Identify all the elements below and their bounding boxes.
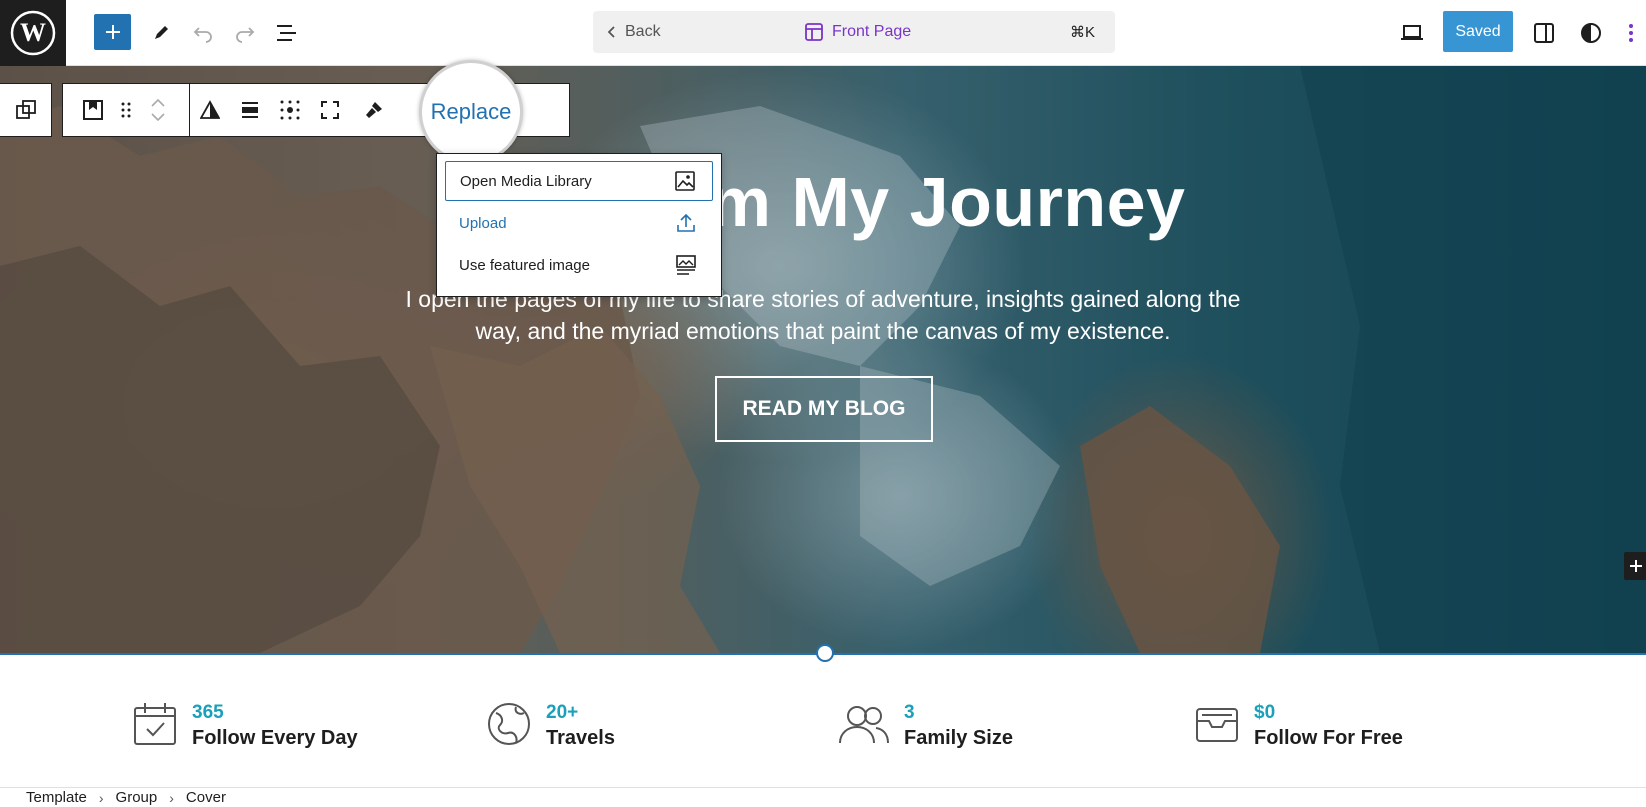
chevron-right-icon: › [169,789,174,806]
full-height-button[interactable] [315,84,345,136]
document-overview-button[interactable] [267,13,307,53]
page-title-button[interactable]: Front Page [804,11,911,53]
settings-sidebar-button[interactable] [1524,13,1564,53]
device-preview-button[interactable] [1392,13,1432,53]
page-title: Front Page [832,23,912,40]
align-icon [242,102,258,118]
redo-icon [236,27,255,43]
command-bar[interactable]: Back Front Page ⌘K [593,11,1115,53]
read-my-blog-button[interactable]: READ MY BLOG [715,376,933,442]
more-vertical-icon [1629,24,1633,42]
toolbar-divider [189,84,190,136]
stats-section: 365 Follow Every Day 20+ Travels 3 Famil… [0,655,1646,787]
globe-icon [486,701,532,747]
styles-button[interactable] [1571,13,1611,53]
options-menu-button[interactable] [1616,13,1646,53]
stat-family-size: 3 Family Size [838,701,1013,761]
stat-value: 365 [192,702,224,723]
wordpress-logo-icon: W [10,10,56,56]
template-layout-icon [805,23,823,41]
pencil-icon [155,26,168,39]
stat-follow-for-free: $0 Follow For Free [1194,701,1403,761]
upload-item[interactable]: Upload [445,203,713,243]
select-parent-button[interactable] [0,83,52,137]
styles-brush-button[interactable] [359,84,389,136]
undo-icon [193,27,212,43]
duotone-filter-icon [200,100,220,119]
editor-top-bar: W Back Front Page ⌘K Saved [0,0,1646,66]
block-breadcrumb: Template › Group › Cover [0,787,1646,807]
cover-heading-text: m My Journey [708,163,1186,241]
stat-travels: 20+ Travels [486,701,615,761]
replace-label: Replace [430,99,512,124]
breadcrumb-item-group[interactable]: Group [116,789,158,806]
laptop-icon [1401,25,1423,40]
featured-image-icon [676,255,696,275]
sidebar-icon [1534,23,1554,43]
stat-label: Follow Every Day [192,727,358,749]
add-block-button[interactable] [94,14,131,50]
inbox-icon [1194,701,1240,747]
command-shortcut: ⌘K [1069,24,1095,41]
redo-button[interactable] [225,13,265,53]
list-view-icon [277,25,296,41]
saved-button[interactable]: Saved [1443,11,1513,52]
breadcrumb-item-template[interactable]: Template [26,789,87,806]
people-icon [838,701,890,747]
upload-icon [677,213,695,232]
cover-paragraph-line-2: way, and the myriad emotions that paint … [475,318,1171,344]
breadcrumb-item-cover[interactable]: Cover [186,789,226,806]
align-button[interactable] [235,84,265,136]
plus-icon [105,25,120,39]
drag-handle[interactable] [113,84,139,136]
drag-handle-icon [121,102,131,118]
block-type-button[interactable] [77,84,109,136]
cover-overlay [0,66,1646,653]
image-icon [675,171,695,191]
cover-block-icon [83,100,103,120]
stat-label: Follow For Free [1254,727,1403,749]
replace-button[interactable]: Replace [419,60,523,164]
fullscreen-icon [321,101,339,119]
wordpress-logo-button[interactable]: W [0,0,66,66]
brush-icon [366,102,382,118]
chevron-down-icon[interactable] [151,113,165,121]
parent-block-icon [15,100,36,119]
position-grid-icon [280,100,300,120]
use-featured-image-label: Use featured image [459,256,590,274]
chevron-right-icon: › [98,789,104,806]
open-media-library-label: Open Media Library [460,172,592,190]
cover-heading[interactable]: Tm My Journey [0,162,1646,242]
back-label: Back [625,23,661,40]
contrast-icon [1581,23,1601,43]
duotone-button[interactable] [195,84,225,136]
cover-resize-handle[interactable] [816,644,834,662]
upload-label: Upload [459,214,507,232]
undo-button[interactable] [183,13,223,53]
stat-follow-every-day: 365 Follow Every Day [132,701,358,761]
move-buttons[interactable] [143,84,173,136]
stat-value: 20+ [546,702,579,723]
plus-icon [1630,560,1642,572]
tools-button[interactable] [141,13,181,53]
cover-block[interactable]: Tm My Journey I open the pages of my lif… [0,66,1646,653]
replace-media-menu: Open Media Library Upload Use featured i… [436,153,722,297]
back-button[interactable]: Back [607,11,661,53]
stat-label: Travels [546,727,615,749]
content-position-button[interactable] [275,84,305,136]
stat-value: $0 [1254,702,1276,723]
chevron-up-icon[interactable] [151,99,165,107]
stat-value: 3 [904,702,915,723]
chevron-left-icon [607,26,615,38]
open-media-library-item[interactable]: Open Media Library [445,161,713,201]
svg-text:W: W [20,18,46,47]
stat-label: Family Size [904,727,1013,749]
use-featured-image-item[interactable]: Use featured image [445,245,713,285]
calendar-check-icon [132,701,178,747]
side-inserter-button[interactable] [1624,552,1646,580]
